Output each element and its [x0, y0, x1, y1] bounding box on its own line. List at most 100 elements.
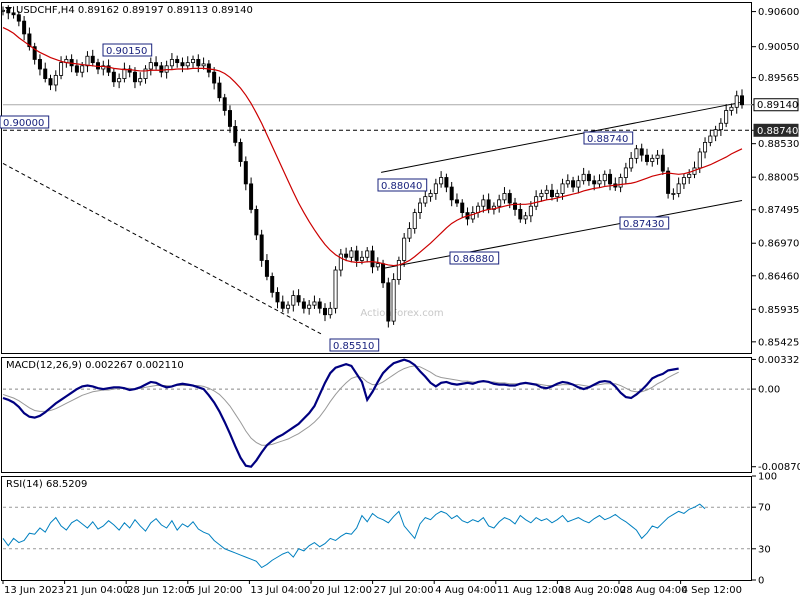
candle — [322, 303, 327, 322]
candle-body — [122, 68, 127, 79]
time-tick-label: 20 Jul 12:00 — [312, 585, 372, 596]
candle — [259, 229, 264, 267]
candle-body — [666, 170, 671, 194]
candle-body — [697, 151, 702, 169]
candle-body — [164, 65, 169, 73]
candle-body — [418, 202, 423, 213]
candle-body — [433, 183, 438, 194]
candle-body — [439, 177, 444, 185]
candle — [433, 178, 438, 200]
time-tick-label: 28 Jun 12:00 — [127, 585, 191, 596]
candle — [386, 277, 391, 328]
macd-line — [2, 358, 679, 468]
candle — [307, 300, 312, 315]
candle — [280, 295, 285, 313]
candle-body — [159, 65, 164, 73]
candle — [602, 170, 607, 186]
candle — [117, 73, 122, 89]
candle — [254, 205, 259, 241]
candle-body — [703, 141, 708, 153]
candle-body — [59, 62, 64, 76]
time-tick-label: 4 Aug 04:00 — [435, 585, 496, 596]
candle-body — [713, 129, 718, 137]
candle-body — [708, 135, 713, 143]
candle — [539, 189, 544, 202]
candle-body — [375, 263, 380, 268]
candle-body — [449, 186, 454, 201]
candle — [127, 65, 132, 78]
channel-lower-line — [381, 199, 743, 270]
candle — [370, 245, 375, 274]
candle — [428, 189, 433, 202]
candle — [618, 173, 623, 193]
candle — [634, 144, 639, 164]
candle — [476, 202, 481, 218]
candle — [312, 295, 317, 309]
candle-body — [175, 59, 180, 64]
candle-body — [185, 62, 190, 67]
candle-body — [602, 173, 607, 182]
candle-body — [359, 256, 364, 261]
candle-body — [518, 209, 523, 220]
candle-body — [586, 173, 591, 182]
candle-body — [618, 177, 623, 188]
candle-body — [312, 301, 317, 306]
candle — [718, 118, 723, 137]
candle-body — [37, 59, 42, 70]
candle — [180, 57, 185, 73]
candle — [576, 175, 581, 194]
candle-body — [286, 304, 291, 309]
time-tick-label: 21 Jun 04:00 — [66, 585, 130, 596]
candle-body — [217, 82, 222, 99]
candle-body — [660, 154, 665, 172]
candle-body — [523, 215, 528, 220]
candle — [338, 248, 343, 277]
candle — [238, 138, 243, 167]
candle-body — [629, 157, 634, 169]
candle — [90, 49, 95, 67]
candle — [291, 290, 296, 312]
annotation-label: 0.88740 — [587, 134, 628, 145]
candle — [423, 190, 428, 207]
macd-title: MACD(12,26,9) 0.002267 0.002110 — [6, 360, 184, 371]
candle-body — [555, 193, 560, 198]
candle — [11, 6, 16, 19]
price-annotation: 0.88740 — [583, 131, 634, 145]
candle-body — [275, 291, 280, 303]
time-tick-label: 4 Sep 12:00 — [682, 585, 742, 596]
candle — [148, 57, 153, 76]
candle-body — [301, 301, 306, 309]
candle-body — [396, 260, 401, 281]
watermark: ActionForex.com — [360, 308, 443, 319]
rsi-tick-label: 30 — [758, 544, 771, 555]
candle — [597, 174, 602, 188]
rsi-title: RSI(14) 68.5209 — [6, 479, 87, 490]
price-tick-label: 0.87495 — [758, 205, 799, 216]
candle — [660, 148, 665, 175]
candle — [713, 125, 718, 142]
time-tick-label: 13 Jun 2023 — [4, 585, 64, 596]
time-tick-label: 27 Jul 20:00 — [374, 585, 434, 596]
candle-body — [53, 74, 58, 86]
candle-body — [381, 263, 386, 284]
annotation-label: 0.90150 — [106, 46, 147, 57]
candle — [724, 104, 729, 128]
candle-body — [317, 301, 322, 309]
price-annotation: 0.90000 — [0, 115, 50, 129]
price-annotation: 0.85510 — [329, 338, 380, 352]
annotation-label: 0.88040 — [381, 181, 422, 192]
time-tick-label: 11 Aug 12:00 — [497, 585, 564, 596]
candle-body — [423, 196, 428, 204]
candle-body — [502, 193, 507, 201]
candle — [655, 150, 660, 165]
candle — [396, 256, 401, 285]
candle-body — [222, 97, 227, 111]
candle — [333, 266, 338, 314]
candle — [544, 185, 549, 200]
candle-body — [729, 106, 734, 111]
candle-body — [254, 209, 259, 236]
annotation-label: 0.85510 — [333, 341, 374, 352]
rsi-tick-label: 0 — [758, 576, 764, 587]
chart-canvas: ActionForex.com USDCHF,H4 0.89162 0.89197… — [0, 2, 800, 596]
time-tick-label: 13 Jul 04:00 — [250, 585, 310, 596]
